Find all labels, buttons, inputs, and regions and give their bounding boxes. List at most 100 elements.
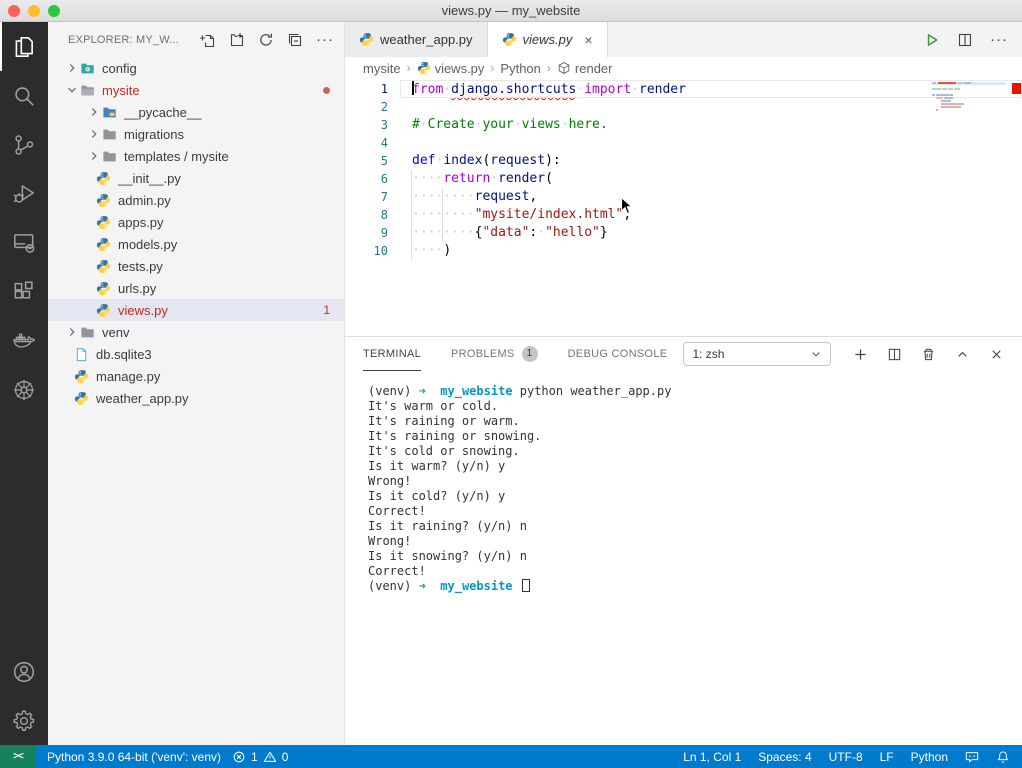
chevron-right-icon[interactable] [64,61,80,75]
panel-tab-terminal[interactable]: TERMINAL [363,337,422,371]
code-line-2[interactable]: 2 [345,98,1022,116]
activity-source-control[interactable] [0,120,48,169]
code-token: · [560,117,569,132]
terminal-shell-select[interactable]: 1: zsh [683,342,832,366]
collapse-all-button[interactable] [287,32,303,48]
minimap-token [948,100,951,102]
code-line-4[interactable]: 4 [345,134,1022,152]
kill-terminal-button[interactable] [921,347,936,362]
status-eol[interactable]: LF [880,750,894,764]
tree-item-__pycache__[interactable]: __pycache__ [48,101,344,123]
activity-run-and-debug[interactable] [0,169,48,218]
code-token: render [498,171,546,186]
status-label: UTF-8 [828,749,863,764]
tree-item-templates-mysite[interactable]: templates / mysite [48,145,344,167]
code-line-10[interactable]: 10 ····) [345,242,1022,260]
status-feedback[interactable] [965,750,979,764]
activity-extensions[interactable] [0,267,48,316]
split-terminal-button[interactable] [887,347,902,362]
line-number: 6 [380,172,388,186]
code-line-7[interactable]: 7 ········request, [345,188,1022,206]
tree-item-views-py[interactable]: views.py 1 [48,299,344,321]
status-cursor-position[interactable]: Ln 1, Col 1 [683,750,741,764]
tree-item-models-py[interactable]: models.py [48,233,344,255]
breadcrumb-item-mysite[interactable]: mysite [363,61,401,76]
run-button[interactable] [924,32,940,48]
code-line-6[interactable]: 6 ····return·render( [345,170,1022,188]
tab-weather_app.py[interactable]: weather_app.py [345,22,488,57]
tree-item-manage-py[interactable]: manage.py [48,365,344,387]
folder-open-icon [80,83,97,98]
maximize-panel-button[interactable] [955,347,970,362]
code-line-3[interactable]: 3 #·Create·your·views·here. [345,116,1022,134]
folder-python-icon [102,105,119,120]
chevron-right-icon[interactable] [86,149,102,163]
tree-item-tests-py[interactable]: tests.py [48,255,344,277]
new-terminal-button[interactable] [853,347,868,362]
code-token: ········ [412,225,475,240]
tree-item-apps-py[interactable]: apps.py [48,211,344,233]
breadcrumb-item-views.py[interactable]: views.py [417,61,484,76]
activity-remote-explorer[interactable] [0,218,48,267]
chevron-right-icon[interactable] [86,105,102,119]
minimap[interactable] [932,82,1006,112]
code-line-1[interactable]: 1 from·django.shortcuts·import·render [345,80,1022,98]
remote-indicator[interactable]: >< [0,745,36,768]
tree-item-venv[interactable]: venv [48,321,344,343]
chevron-right-icon[interactable] [64,325,80,339]
status-notifications[interactable] [996,750,1010,764]
chevron-down-icon [812,352,821,357]
status-problems[interactable]: 10 [232,750,288,764]
vscode-window: views.py — my_website EXPLORER: MY_W... … [0,0,1022,768]
panel-tab-debug-console[interactable]: DEBUG CONSOLE [568,337,668,371]
status-language-mode[interactable]: Python [911,750,948,764]
close-tab-button[interactable]: × [584,32,592,48]
code-line-5[interactable]: 5 def·index(request): [345,152,1022,170]
activity-accounts[interactable] [0,647,48,696]
tree-item-weather_app-py[interactable]: weather_app.py [48,387,344,409]
panel-tab-problems[interactable]: PROBLEMS 1 [451,337,538,371]
status-encoding[interactable]: UTF-8 [829,750,863,764]
tree-item-db-sqlite3[interactable]: db.sqlite3 [48,343,344,365]
code-line-8[interactable]: 8 ········"mysite/index.html", [345,206,1022,224]
tree-item-urls-py[interactable]: urls.py [48,277,344,299]
status-indentation[interactable]: Spaces: 4 [758,750,811,764]
minimap-token [937,82,956,84]
activity-docker[interactable] [0,316,48,365]
chevron-down-icon[interactable] [64,83,80,97]
warning-icon [263,750,277,764]
close-panel-button[interactable] [989,347,1004,362]
refresh-button[interactable] [258,32,274,48]
more-actions-button[interactable]: ··· [316,32,334,47]
tree-item-config[interactable]: config [48,57,344,79]
split-editor-button[interactable] [957,32,973,48]
code-token: ········ [412,189,475,204]
tree-item-__init__-py[interactable]: __init__.py [48,167,344,189]
tree-item-migrations[interactable]: migrations [48,123,344,145]
tree-item-admin-py[interactable]: admin.py [48,189,344,211]
activity-search[interactable] [0,71,48,120]
terminal-text: ➜ [418,579,426,593]
tree-item-mysite[interactable]: mysite [48,79,344,101]
code-line-9[interactable]: 9 ········{"data":·"hello"} [345,224,1022,242]
overview-ruler-error-marker [1012,83,1021,94]
kubernetes-icon [11,377,37,403]
chevron-right-icon[interactable] [86,127,102,141]
new-file-button[interactable] [200,32,216,48]
activity-kubernetes[interactable] [0,365,48,414]
code-editor[interactable]: 1 from·django.shortcuts·import·render 2 3 #·… [345,79,1022,336]
code-token: ········ [412,207,475,222]
tab-views.py[interactable]: views.py × [487,22,608,57]
code-line-content: ····) [400,242,1022,260]
breadcrumb-item-Python[interactable]: Python [500,61,540,76]
more-actions-button[interactable]: ··· [990,32,1008,47]
warning-count: 0 [281,749,289,764]
breadcrumb-item-render[interactable]: render [557,61,612,76]
terminal-text: (venv) [368,384,419,398]
status-python-interpreter[interactable]: Python 3.9.0 64-bit ('venv': venv) [47,750,221,764]
activity-settings[interactable] [0,696,48,745]
terminal-output[interactable]: (venv) ➜ my_website python weather_app.p… [345,371,1022,745]
activity-explorer[interactable] [0,22,48,71]
new-folder-button[interactable] [229,32,245,48]
code-token: def [412,153,436,168]
